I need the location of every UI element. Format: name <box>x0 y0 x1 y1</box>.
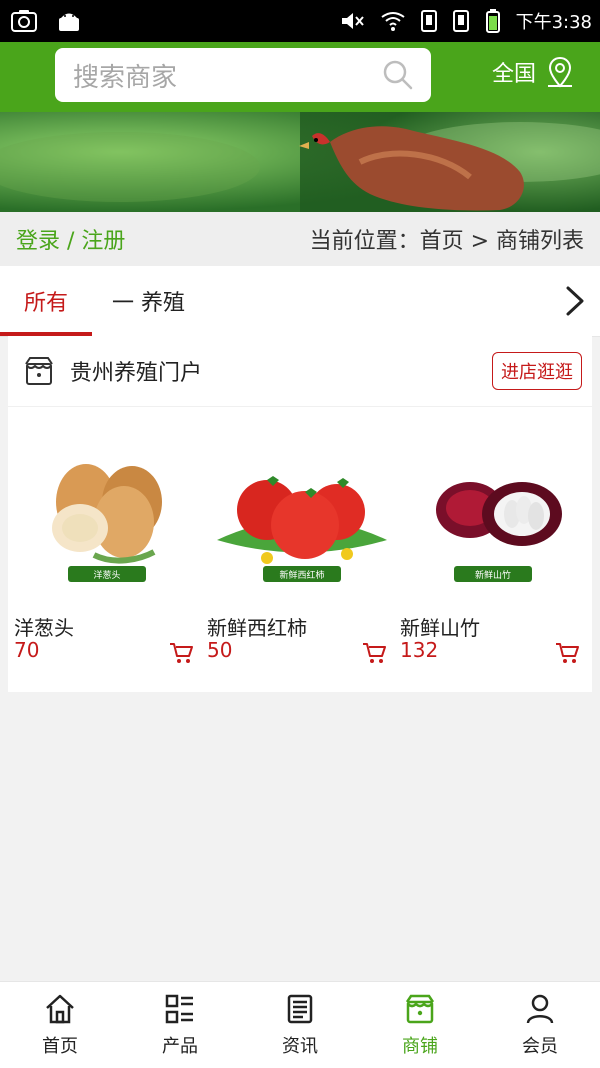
nav-home[interactable]: 首页 <box>0 982 120 1068</box>
nav-home-label[interactable]: 首页 <box>42 1032 78 1058</box>
visit-shop-button[interactable]: 进店逛逛 <box>492 352 582 390</box>
search-input[interactable]: 搜索商家 <box>73 57 381 94</box>
wifi-icon <box>380 12 405 31</box>
search-box[interactable]: 搜索商家 <box>55 48 431 102</box>
sim2-icon <box>452 10 469 32</box>
product-item[interactable]: 洋葱头 洋葱头 70 <box>14 412 204 688</box>
tab-all-label[interactable]: 所有 <box>24 285 68 317</box>
grid-list-icon[interactable] <box>163 992 197 1026</box>
shop-card: 贵州养殖门户 进店逛逛 洋葱头 洋葱头 70 新鲜西红柿 新鲜西红柿 50 新鲜… <box>8 336 592 692</box>
tab-all[interactable]: 所有 <box>0 266 92 336</box>
mangosteen-image: 新鲜山竹 <box>436 482 562 582</box>
nav-member-label[interactable]: 会员 <box>522 1032 558 1058</box>
region-label[interactable]: 全国 <box>492 56 536 88</box>
category-tabs: 所有 一 养殖 <box>0 266 600 337</box>
nav-products[interactable]: 产品 <box>120 982 240 1068</box>
shop-icon[interactable] <box>403 992 437 1026</box>
nav-shops-label[interactable]: 商铺 <box>402 1032 438 1058</box>
onion-image: 洋葱头 <box>52 464 162 582</box>
product-image[interactable]: 洋葱头 <box>14 430 204 590</box>
nav-shops[interactable]: 商铺 <box>360 982 480 1068</box>
product-name[interactable]: 洋葱头 <box>14 612 74 641</box>
tomato-image: 新鲜西红柿 <box>217 476 387 582</box>
android-icon <box>59 13 79 31</box>
screenshot-icon <box>11 10 37 32</box>
nav-news-label[interactable]: 资讯 <box>282 1032 318 1058</box>
chevron-right-icon[interactable] <box>562 284 588 318</box>
product-tag: 新鲜山竹 <box>475 569 511 581</box>
breadcrumb-bar: 登录 / 注册 当前位置：首页 > 商铺列表 <box>0 212 600 266</box>
product-item[interactable]: 新鲜西红柿 新鲜西红柿 50 <box>207 412 397 688</box>
app-header: 搜索商家 全国 <box>0 42 600 112</box>
tab-category[interactable]: 一 养殖 <box>112 266 185 336</box>
product-tag: 新鲜西红柿 <box>279 569 324 581</box>
cart-icon[interactable] <box>168 640 194 666</box>
product-price: 50 <box>207 638 233 662</box>
nav-news[interactable]: 资讯 <box>240 982 360 1068</box>
search-icon[interactable] <box>381 58 415 92</box>
product-name[interactable]: 新鲜山竹 <box>400 612 480 641</box>
cart-icon[interactable] <box>554 640 580 666</box>
breadcrumb: 当前位置：首页 > 商铺列表 <box>309 229 584 254</box>
product-price: 132 <box>400 638 439 662</box>
visit-shop-label[interactable]: 进店逛逛 <box>501 358 573 384</box>
bottom-nav: 首页 产品 资讯 商铺 会员 <box>0 981 600 1068</box>
product-list: 洋葱头 洋葱头 70 新鲜西红柿 新鲜西红柿 50 新鲜山竹 新鲜山竹 132 <box>8 412 592 692</box>
news-icon[interactable] <box>283 992 317 1026</box>
sim1-icon <box>420 10 437 32</box>
region-selector[interactable]: 全国 <box>492 56 576 88</box>
product-item[interactable]: 新鲜山竹 新鲜山竹 132 <box>400 412 590 688</box>
location-pin-icon[interactable] <box>544 56 576 88</box>
login-register-link[interactable]: 登录 / 注册 <box>16 223 125 255</box>
status-right: 下午3:38 <box>340 8 600 34</box>
shop-name: 贵州养殖门户 <box>70 361 203 386</box>
status-time: 下午3:38 <box>515 12 592 33</box>
product-image[interactable]: 新鲜山竹 <box>400 430 590 590</box>
status-left <box>0 9 82 33</box>
status-bar: 下午3:38 <box>0 0 600 42</box>
battery-icon <box>485 9 500 33</box>
product-tag: 洋葱头 <box>93 569 120 581</box>
product-name[interactable]: 新鲜西红柿 <box>207 612 307 641</box>
cart-icon[interactable] <box>361 640 387 666</box>
home-icon[interactable] <box>43 992 77 1026</box>
shop-header: 贵州养殖门户 进店逛逛 <box>8 336 592 407</box>
mute-icon <box>341 13 364 29</box>
nav-member[interactable]: 会员 <box>480 982 600 1068</box>
product-price: 70 <box>14 638 40 662</box>
product-image[interactable]: 新鲜西红柿 <box>207 430 397 590</box>
user-icon[interactable] <box>523 992 557 1026</box>
tab-category-label[interactable]: 一 养殖 <box>112 285 185 317</box>
promo-banner <box>0 112 600 212</box>
shop-icon <box>25 357 53 385</box>
nav-products-label[interactable]: 产品 <box>162 1032 198 1058</box>
banner-illustration <box>0 112 600 212</box>
